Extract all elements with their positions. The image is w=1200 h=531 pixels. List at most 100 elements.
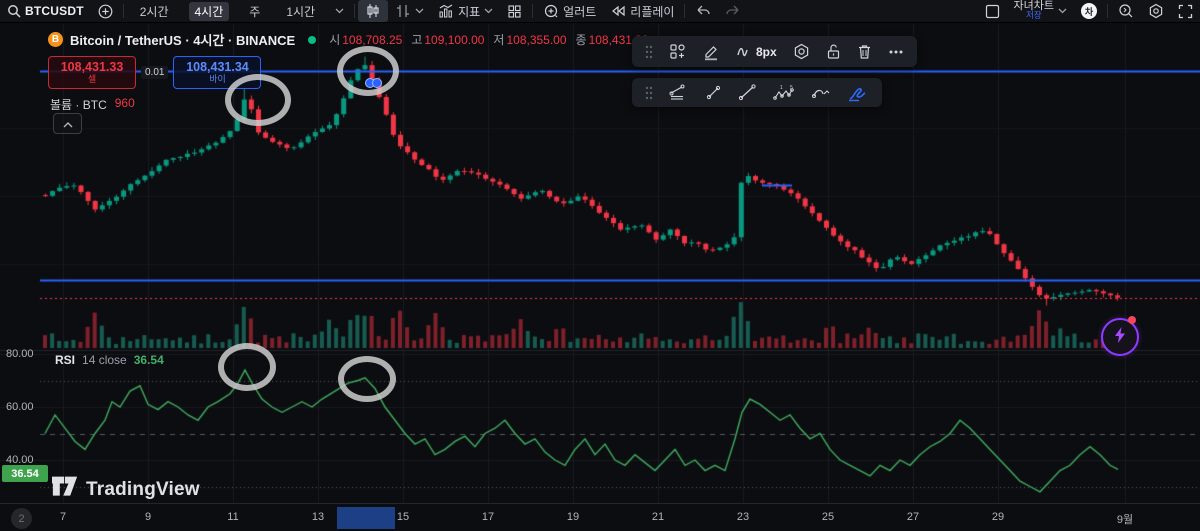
trend-line-tool[interactable]: [733, 82, 762, 103]
alert-button[interactable]: 얼러트: [536, 0, 603, 22]
toolbar-separator: [684, 4, 686, 18]
fullscreen-button[interactable]: [1171, 0, 1200, 22]
replay-button[interactable]: 리플레이: [603, 0, 681, 22]
interval-label: 2시간: [139, 4, 169, 19]
undo-button[interactable]: [688, 0, 718, 22]
collapse-legend-button[interactable]: [53, 113, 82, 134]
search-icon: [7, 4, 21, 18]
rsi-last-value-badge: 36.54: [2, 465, 48, 482]
close-label: 종: [575, 33, 587, 47]
delete-button[interactable]: [852, 41, 877, 62]
elliott-wave-tool[interactable]: 15: [768, 82, 800, 104]
add-template-button[interactable]: [664, 41, 691, 62]
interval-dropdown-button[interactable]: [328, 0, 351, 22]
hand-drawn-circle-annotation: [218, 343, 276, 391]
tradingview-logo-icon: [52, 476, 78, 503]
indicators-button[interactable]: 지표: [431, 0, 500, 22]
chart-layout-name-button[interactable]: 자녀차트 저장: [1007, 0, 1074, 22]
tradingview-logo[interactable]: TradingView: [52, 476, 200, 503]
toolbar-separator: [122, 4, 124, 18]
color-pencil-button[interactable]: [697, 41, 725, 63]
svg-text:1: 1: [780, 85, 783, 91]
interval-1h[interactable]: 1시간: [273, 0, 328, 22]
rsi-legend[interactable]: RSI 14 close 36.54: [55, 353, 164, 367]
interval-2h[interactable]: 2시간: [127, 0, 182, 22]
time-tick-label: 27: [906, 511, 920, 523]
market-status-icon: [308, 35, 317, 44]
alert-label: 얼러트: [563, 4, 597, 19]
lock-button[interactable]: [821, 41, 846, 62]
settings-button[interactable]: [1141, 0, 1171, 22]
toolbar-left-group: BTCUSDT 2시간 4시간 주 1시간 지표 얼러트 리플레이: [0, 0, 748, 22]
fullscreen-icon: [1178, 4, 1193, 19]
time-tick-label: 9: [144, 511, 152, 523]
time-tick-label: 11: [227, 511, 239, 523]
lightning-icon: [1113, 326, 1127, 349]
sell-label: 셀: [87, 73, 97, 84]
sell-button[interactable]: 108,431.33 셀: [48, 56, 136, 89]
rsi-scale-label-60: 60.00: [6, 401, 34, 413]
chart-type-dropdown-button[interactable]: [388, 0, 431, 22]
time-tick-label: 21: [651, 511, 665, 523]
drag-handle[interactable]: [640, 43, 658, 61]
save-hint-label: 저장: [1025, 10, 1042, 20]
chevron-down-icon: [335, 8, 344, 14]
spread-value: 0.01: [141, 66, 169, 79]
toolbar-separator: [532, 4, 534, 18]
chevron-down-icon: [484, 8, 493, 14]
interval-4h[interactable]: 4시간: [182, 0, 237, 22]
replay-label: 리플레이: [630, 4, 675, 19]
chevron-up-icon: [63, 115, 73, 133]
open-value: 108,708.25: [342, 33, 403, 47]
more-options-button[interactable]: [883, 47, 909, 57]
indicators-label: 지표: [458, 4, 481, 19]
tradingview-logo-text: TradingView: [86, 478, 200, 500]
style-settings-button[interactable]: [788, 41, 815, 62]
timezone-badge[interactable]: 2: [11, 508, 32, 529]
quick-search-icon: [1118, 3, 1134, 19]
time-axis[interactable]: 2 7 9 11 13 15 17 19 21 23 25 27 29 9월: [0, 503, 1200, 531]
replay-icon: [610, 4, 626, 18]
high-value: 109,100.00: [424, 33, 485, 47]
ray-tool[interactable]: [700, 82, 727, 103]
symbol-title: Bitcoin / TetherUS · 4시간 · BINANCE: [70, 33, 296, 48]
high-label: 고: [411, 33, 423, 47]
volume-legend[interactable]: 볼륨 · BTC 960: [50, 96, 135, 113]
parallel-channel-tool[interactable]: [664, 82, 694, 103]
quick-search-button[interactable]: [1111, 0, 1141, 22]
brush-width-button[interactable]: 8px: [731, 43, 782, 61]
hand-drawn-circle-annotation: [337, 46, 399, 96]
rsi-name: RSI: [55, 353, 76, 367]
interval-week[interactable]: 주: [236, 0, 273, 22]
interval-label: 주: [249, 4, 261, 19]
highlighter-tool-active[interactable]: [842, 82, 874, 104]
symbol-legend[interactable]: B Bitcoin / TetherUS · 4시간 · BINANCE 시 10…: [48, 30, 649, 49]
buy-price: 108,431.34: [186, 59, 249, 74]
gear-icon: [1148, 3, 1164, 19]
symbol-search-button[interactable]: BTCUSDT: [0, 0, 91, 22]
toolbar-separator: [1107, 4, 1108, 18]
chevron-down-icon: [1058, 8, 1067, 14]
candlestick-icon: [365, 3, 381, 19]
bars-style-icon: [395, 3, 411, 19]
drag-handle[interactable]: [640, 84, 658, 102]
redo-icon: [725, 5, 741, 17]
redo-button[interactable]: [718, 0, 748, 22]
layout-select-button[interactable]: [978, 0, 1007, 22]
compare-add-button[interactable]: [91, 0, 120, 22]
volume-value: 960: [114, 96, 135, 110]
chart-style-candles-button[interactable]: [358, 0, 389, 22]
curve-tool[interactable]: [806, 83, 836, 102]
rsi-params: 14 close: [82, 353, 127, 367]
time-tick-label: 17: [481, 511, 495, 523]
user-avatar-button[interactable]: 차: [1074, 0, 1104, 22]
top-toolbar: BTCUSDT 2시간 4시간 주 1시간 지표 얼러트 리플레이 자녀차트 저…: [0, 0, 1200, 23]
time-tick-label: 9월: [1116, 514, 1134, 526]
alarm-plus-icon: [543, 3, 559, 19]
time-tick-label: 29: [991, 511, 1005, 523]
chevron-down-icon: [415, 8, 424, 14]
hand-drawn-circle-annotation: [338, 356, 396, 402]
toolbar-right-group: 자녀차트 저장 차: [978, 0, 1200, 22]
rsi-scale-label-80: 80.00: [6, 348, 34, 360]
indicator-templates-button[interactable]: [500, 0, 529, 22]
